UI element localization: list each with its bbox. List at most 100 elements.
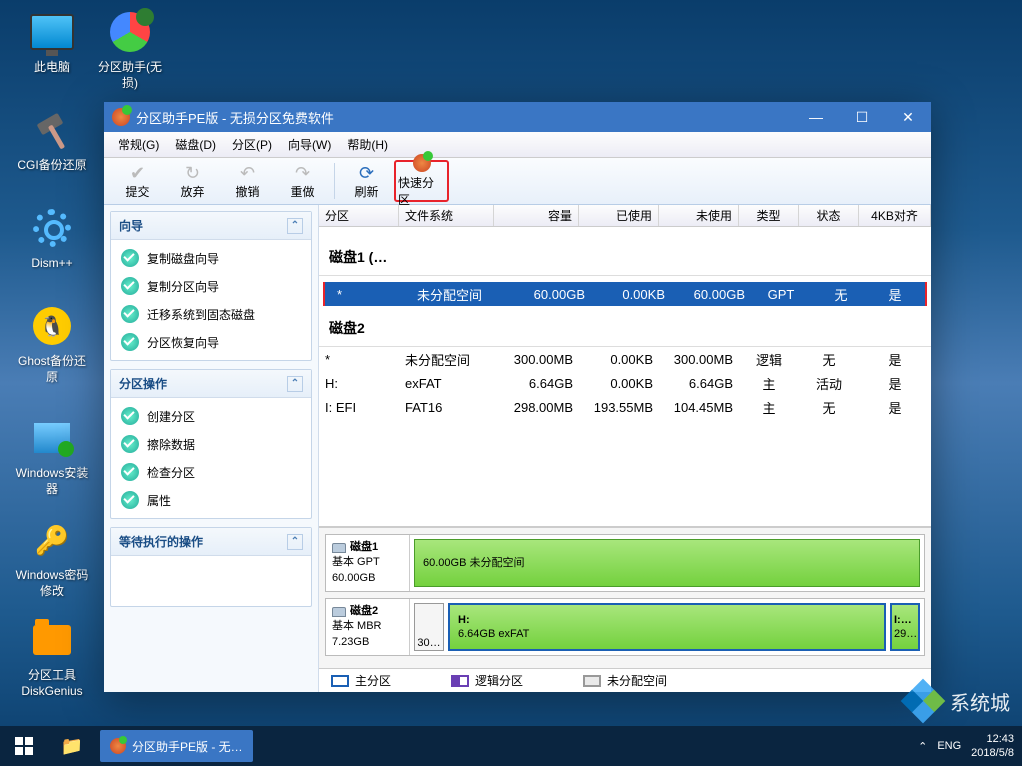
windows-logo-icon [15,737,33,755]
desktop-icon-dism[interactable]: Dism++ [14,204,90,272]
col-partition[interactable]: 分区 [319,205,399,226]
panel-operations: 分区操作⌃ 创建分区 擦除数据 检查分区 属性 [110,369,312,519]
desktop-icon-diskgenius[interactable]: 分区工具DiskGenius [14,616,90,699]
desktop-icon-label: Windows密码修改 [14,568,90,599]
toolbar-redo[interactable]: ↷重做 [275,160,330,202]
op-check-partition[interactable]: 检查分区 [115,458,307,486]
op-wipe-data[interactable]: 擦除数据 [115,430,307,458]
monitor-icon [30,14,74,50]
pie-icon [110,12,150,52]
toolbar-separator [334,163,335,199]
tray-up-icon[interactable]: ⌃ [918,740,927,753]
menu-general[interactable]: 常规(G) [110,133,167,156]
wizard-recover-partition[interactable]: 分区恢复向导 [115,328,307,356]
col-filesystem[interactable]: 文件系统 [399,205,494,226]
legend: 主分区 逻辑分区 未分配空间 [319,668,931,692]
collapse-icon[interactable]: ⌃ [287,218,303,234]
op-item-icon [121,407,139,425]
maximize-button[interactable]: ☐ [839,102,885,132]
col-capacity[interactable]: 容量 [494,205,579,226]
panel-wizard-header[interactable]: 向导⌃ [111,212,311,240]
folder-icon [33,625,71,655]
op-properties[interactable]: 属性 [115,486,307,514]
start-button[interactable] [0,726,48,766]
desktop-icon-cgi-backup[interactable]: CGI备份还原 [14,106,90,174]
legend-primary: 主分区 [331,672,391,689]
toolbar-refresh[interactable]: ⟳刷新 [339,160,394,202]
partition-bar-unallocated[interactable]: 30… [414,603,444,651]
minimize-button[interactable]: — [793,102,839,132]
tray-language[interactable]: ENG [937,740,961,752]
gear-icon [33,209,71,247]
titlebar[interactable]: 分区助手PE版 - 无损分区免费软件 — ☐ ✕ [104,102,931,132]
col-4k-align[interactable]: 4KB对齐 [859,205,931,226]
desktop-icon-win-password[interactable]: 🔑 Windows密码修改 [14,516,90,599]
disk-map-1[interactable]: 磁盘1 基本 GPT 60.00GB 60.00GB 未分配空间 [325,534,925,592]
table-row-wrap: * 未分配空间 60.00GB 0.00KB 60.00GB GPT 无 是 [323,282,927,306]
panel-pending-header[interactable]: 等待执行的操作⌃ [111,528,311,556]
partition-bar-primary[interactable]: H: 6.64GB exFAT [448,603,886,651]
toolbar-commit[interactable]: ✔提交 [110,160,165,202]
toolbar-discard[interactable]: ↻放弃 [165,160,220,202]
desktop-icon-label: Ghost备份还原 [14,354,90,385]
left-panel: 向导⌃ 复制磁盘向导 复制分区向导 迁移系统到固态磁盘 分区恢复向导 分区操作⌃… [104,205,319,692]
app-window: 分区助手PE版 - 无损分区免费软件 — ☐ ✕ 常规(G) 磁盘(D) 分区(… [104,102,931,692]
wizard-item-icon [121,333,139,351]
partition-bar-unallocated[interactable]: 60.00GB 未分配空间 [414,539,920,587]
op-item-icon [121,491,139,509]
wizard-item-icon [121,305,139,323]
desktop-icon-label: Dism++ [14,256,90,272]
panel-pending: 等待执行的操作⌃ [110,527,312,607]
toolbar-quick-partition[interactable]: 快速分区 [394,160,449,202]
penguin-icon: 🐧 [33,307,71,345]
refresh-icon: ⟳ [359,163,374,181]
disk2-header[interactable]: 磁盘2 [319,312,931,347]
table-row[interactable]: * 未分配空间 300.00MB 0.00KB 300.00MB 逻辑 无 是 [319,347,931,371]
table-row[interactable]: * 未分配空间 60.00GB 0.00KB 60.00GB GPT 无 是 [325,282,925,306]
toolbar-undo[interactable]: ↶撤销 [220,160,275,202]
app-icon [112,108,130,126]
desktop-icon-label: 此电脑 [14,60,90,76]
wizard-migrate-ssd[interactable]: 迁移系统到固态磁盘 [115,300,307,328]
desktop-icon-partition-assistant[interactable]: 分区助手(无损) [92,8,168,91]
menubar: 常规(G) 磁盘(D) 分区(P) 向导(W) 帮助(H) [104,132,931,158]
watermark-logo [904,682,942,720]
desktop-icon-label: Windows安装器 [14,466,90,497]
wizard-item-icon [121,277,139,295]
table-row[interactable]: I: EFI FAT16 298.00MB 193.55MB 104.45MB … [319,395,931,419]
panel-operations-header[interactable]: 分区操作⌃ [111,370,311,398]
menu-help[interactable]: 帮助(H) [339,133,396,156]
disk-map-2[interactable]: 磁盘2 基本 MBR 7.23GB 30… H: 6.64GB exFAT [325,598,925,656]
tray-clock[interactable]: 12:43 2018/5/8 [971,732,1014,761]
desktop-icon-ghost[interactable]: 🐧 Ghost备份还原 [14,302,90,385]
taskbar-file-explorer[interactable]: 📁 [48,726,96,766]
panel-wizard: 向导⌃ 复制磁盘向导 复制分区向导 迁移系统到固态磁盘 分区恢复向导 [110,211,312,361]
table-row[interactable]: H: exFAT 6.64GB 0.00KB 6.64GB 主 活动 是 [319,371,931,395]
op-item-icon [121,435,139,453]
taskbar-app[interactable]: 分区助手PE版 - 无… [100,730,253,762]
disk1-header[interactable]: 磁盘1 (… [319,227,931,276]
op-create-partition[interactable]: 创建分区 [115,402,307,430]
disk-icon [332,543,346,553]
wizard-copy-disk[interactable]: 复制磁盘向导 [115,244,307,272]
collapse-icon[interactable]: ⌃ [287,534,303,550]
menu-disk[interactable]: 磁盘(D) [167,133,224,156]
desktop-icon-label: CGI备份还原 [14,158,90,174]
disk-info: 磁盘2 基本 MBR 7.23GB [326,599,410,655]
wizard-copy-partition[interactable]: 复制分区向导 [115,272,307,300]
desktop-icon-this-pc[interactable]: 此电脑 [14,8,90,76]
app-icon [110,738,126,754]
collapse-icon[interactable]: ⌃ [287,376,303,392]
desktop-icon-win-installer[interactable]: Windows安装器 [14,414,90,497]
col-unused[interactable]: 未使用 [659,205,739,226]
undo-icon: ↶ [240,163,255,181]
col-status[interactable]: 状态 [799,205,859,226]
hammer-icon [32,110,72,150]
menu-partition[interactable]: 分区(P) [224,133,280,156]
right-panel: 分区 文件系统 容量 已使用 未使用 类型 状态 4KB对齐 磁盘1 (… * … [319,205,931,692]
partition-bar-primary[interactable]: I:… 29… [890,603,920,651]
col-used[interactable]: 已使用 [579,205,659,226]
close-button[interactable]: ✕ [885,102,931,132]
col-type[interactable]: 类型 [739,205,799,226]
menu-wizard[interactable]: 向导(W) [280,133,339,156]
